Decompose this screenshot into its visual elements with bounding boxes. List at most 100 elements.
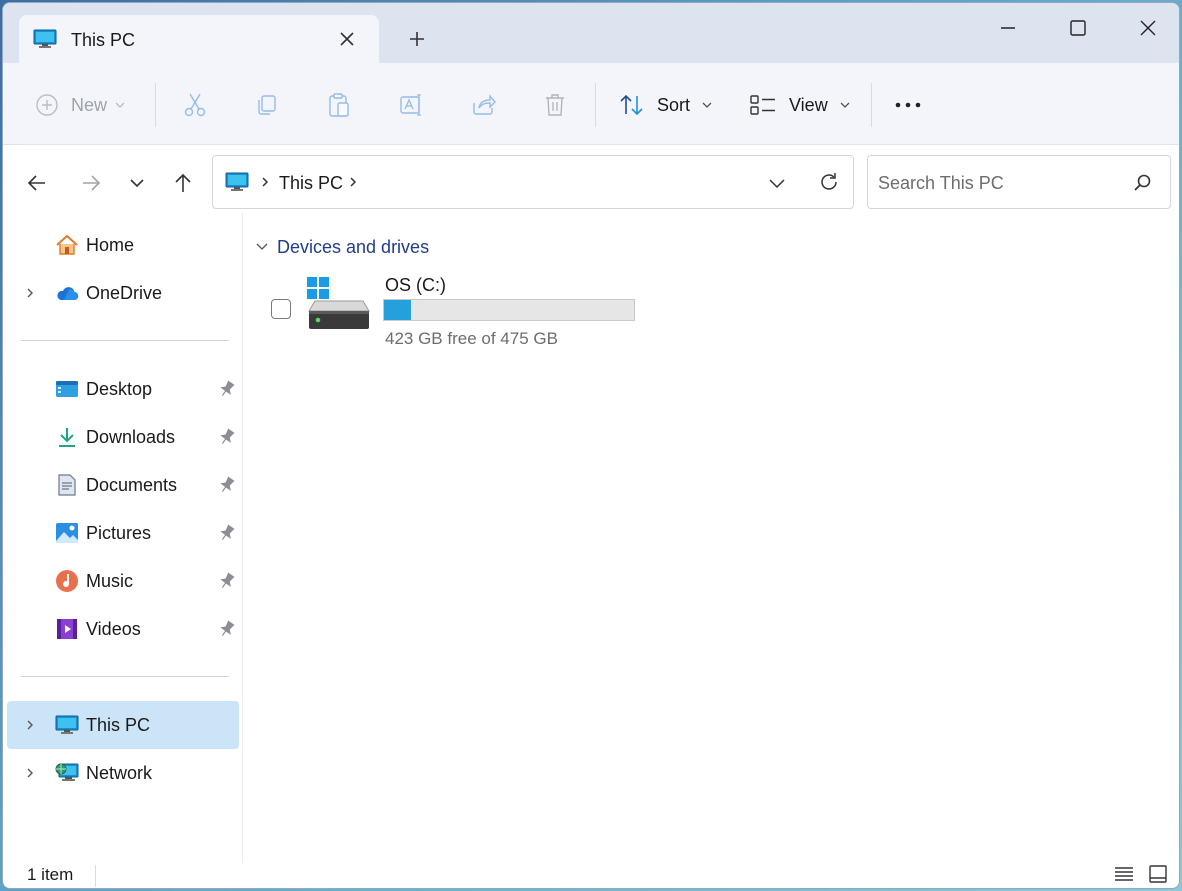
share-button[interactable] (471, 87, 497, 123)
minimize-icon[interactable] (993, 13, 1023, 43)
sidebar-divider (21, 676, 229, 677)
sidebar-item-label: Network (86, 763, 153, 783)
address-history-chevron-icon[interactable] (765, 171, 789, 195)
sort-icon (620, 94, 643, 116)
chevron-down-icon (702, 102, 712, 108)
sidebar-item-onedrive[interactable]: OneDrive (7, 269, 239, 317)
select-checkbox[interactable] (271, 299, 291, 319)
sidebar-item-label: Pictures (86, 523, 152, 543)
sidebar-item-desktop[interactable]: Desktop (7, 365, 239, 413)
toolbar-separator (871, 83, 872, 127)
maximize-icon[interactable] (1063, 13, 1093, 43)
documents-icon (58, 474, 76, 496)
copy-icon (258, 95, 276, 115)
close-tab-icon[interactable] (335, 27, 359, 51)
sort-button[interactable]: Sort (619, 87, 714, 123)
chevron-right-icon[interactable] (347, 175, 359, 189)
status-separator (95, 865, 96, 887)
details-view-icon[interactable] (1113, 863, 1135, 885)
windows-drive-icon (307, 277, 370, 329)
title-bar: This PC (3, 3, 1179, 65)
pin-icon[interactable] (219, 572, 235, 590)
view-list-icon (750, 95, 775, 115)
refresh-icon[interactable] (817, 170, 841, 194)
more-icon (895, 102, 921, 108)
address-bar[interactable]: This PC (212, 155, 854, 209)
large-icons-view-icon[interactable] (1147, 863, 1169, 885)
navigation-pane: Home OneDrive Desktop Downloads Document… (3, 213, 243, 863)
command-bar: New Sort View (3, 63, 1179, 145)
tab-this-pc[interactable]: This PC (19, 15, 379, 65)
chevron-right-icon[interactable] (259, 175, 271, 189)
close-icon[interactable] (1133, 13, 1163, 43)
paste-button[interactable] (327, 87, 351, 123)
search-input[interactable] (878, 170, 1118, 196)
forward-icon[interactable] (77, 169, 105, 197)
pin-icon[interactable] (219, 524, 235, 542)
copy-button[interactable] (255, 87, 279, 123)
delete-button[interactable] (543, 87, 567, 123)
view-button[interactable]: View (749, 87, 852, 123)
breadcrumb-this-pc[interactable]: This PC (279, 173, 343, 194)
sidebar-item-this-pc[interactable]: This PC (7, 701, 239, 749)
chevron-right-icon[interactable] (23, 717, 37, 733)
recent-locations-icon[interactable] (123, 169, 151, 197)
tab-title: This PC (71, 30, 136, 50)
share-icon (473, 94, 496, 115)
paste-icon (329, 93, 349, 117)
sidebar-item-network[interactable]: Network (7, 749, 239, 797)
pictures-icon (56, 523, 78, 543)
search-box[interactable] (867, 155, 1171, 209)
videos-icon (57, 619, 77, 639)
up-icon[interactable] (169, 169, 197, 197)
chevron-right-icon[interactable] (23, 285, 37, 301)
view-button-label: View (789, 94, 828, 115)
sidebar-item-label: OneDrive (86, 283, 163, 303)
drive-item-os-c[interactable]: OS (C:) 423 GB free of 475 GB (265, 269, 645, 355)
sort-button-label: Sort (657, 94, 691, 115)
chevron-right-icon[interactable] (23, 765, 37, 781)
home-icon (56, 234, 78, 255)
this-pc-icon (33, 29, 57, 48)
pin-icon[interactable] (219, 476, 235, 494)
pin-icon[interactable] (219, 620, 235, 638)
toolbar-separator (155, 83, 156, 127)
add-icon (36, 94, 58, 116)
sidebar-item-documents[interactable]: Documents (7, 461, 239, 509)
sidebar-item-label: Documents (86, 475, 178, 495)
toolbar-separator (595, 83, 596, 127)
drive-usage-bar (383, 299, 635, 321)
sidebar-item-music[interactable]: Music (7, 557, 239, 605)
new-tab-icon[interactable] (405, 27, 429, 51)
music-icon (56, 570, 78, 592)
sidebar-item-downloads[interactable]: Downloads (7, 413, 239, 461)
drive-usage-fill (384, 300, 412, 320)
sidebar-item-pictures[interactable]: Pictures (7, 509, 239, 557)
more-options-button[interactable] (893, 87, 923, 123)
drive-name: OS (C:) (385, 275, 446, 295)
cut-button[interactable] (183, 87, 207, 123)
sidebar-item-home[interactable]: Home (7, 221, 239, 269)
group-header-devices-and-drives[interactable]: Devices and drives (255, 235, 429, 259)
sidebar-item-videos[interactable]: Videos (7, 605, 239, 653)
back-icon[interactable] (23, 169, 51, 197)
pin-icon[interactable] (219, 380, 235, 398)
cut-icon (184, 93, 206, 117)
sidebar-divider (21, 340, 229, 341)
network-icon (55, 763, 79, 781)
sidebar-item-label: Videos (86, 619, 141, 639)
delete-icon (546, 94, 564, 116)
chevron-down-icon (256, 243, 268, 250)
desktop-icon (56, 381, 78, 397)
new-button-label: New (71, 94, 108, 115)
chevron-down-icon (115, 102, 125, 108)
new-button[interactable]: New (35, 87, 127, 123)
rename-button[interactable] (399, 87, 425, 123)
sidebar-item-label: Desktop (86, 379, 153, 399)
this-pc-icon (55, 715, 79, 734)
sidebar-item-label: This PC (86, 715, 151, 735)
chevron-down-icon (840, 102, 850, 108)
sidebar-item-label: Music (86, 571, 134, 591)
pin-icon[interactable] (219, 428, 235, 446)
search-icon[interactable] (1132, 173, 1152, 193)
